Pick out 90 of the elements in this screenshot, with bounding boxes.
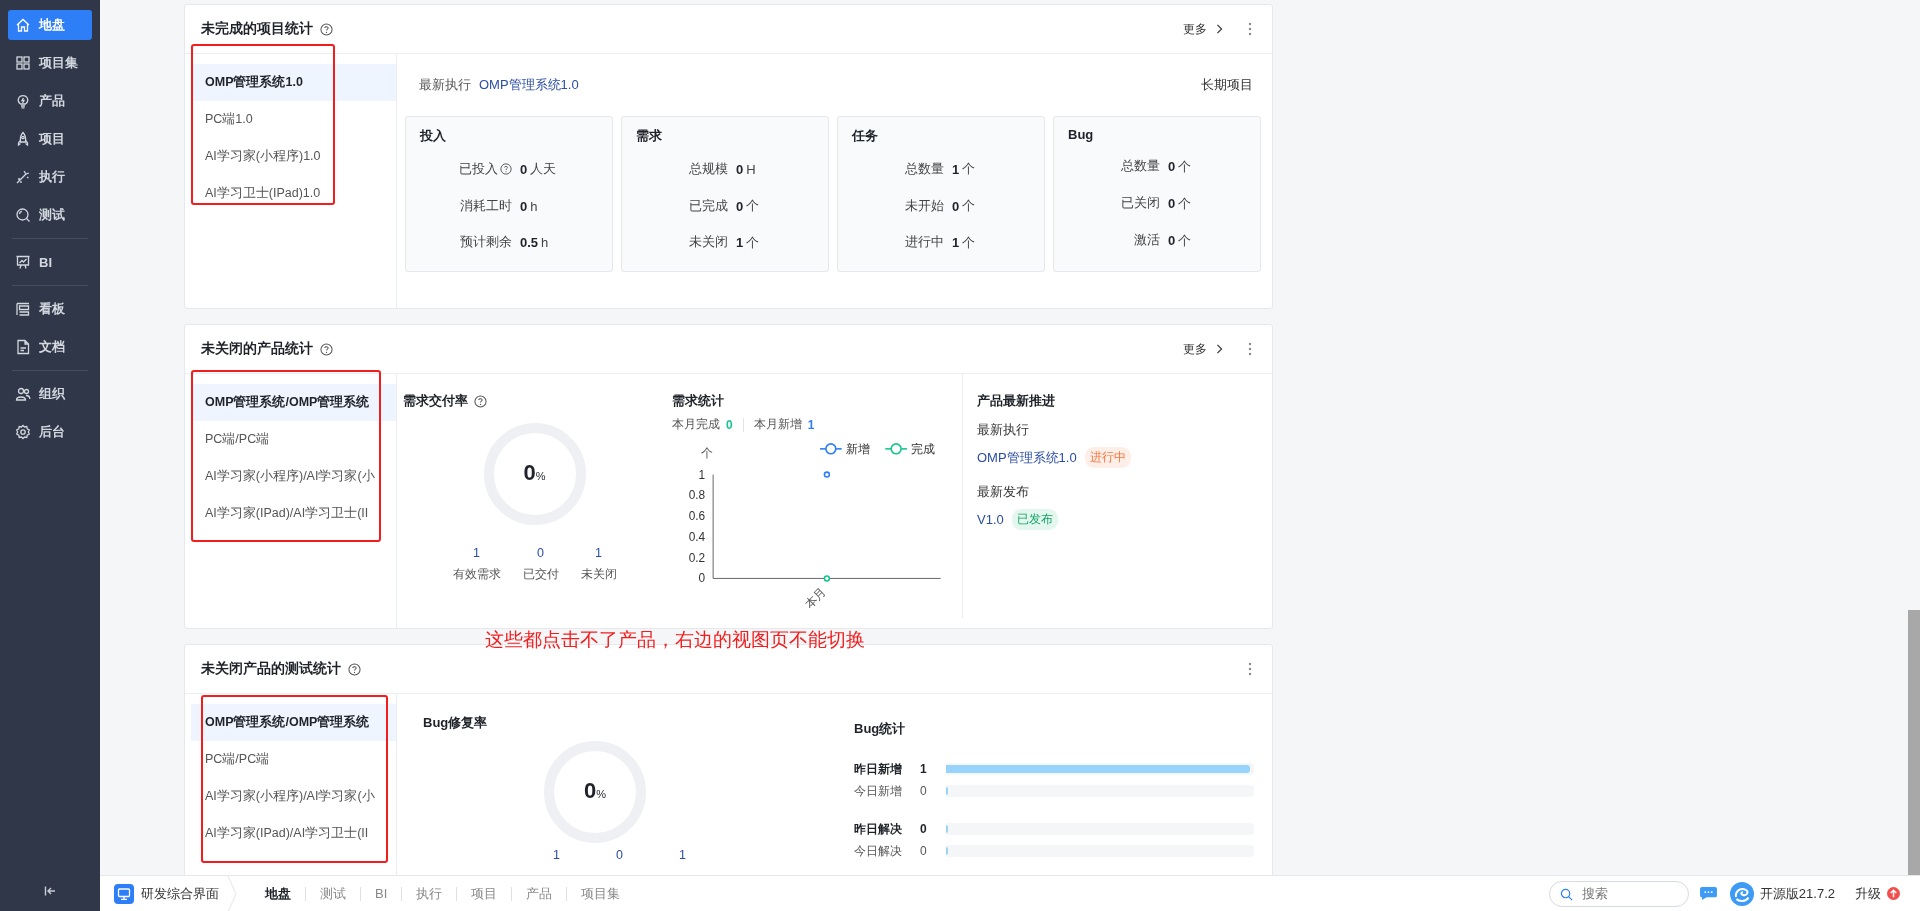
card-title: 未完成的项目统计 [201, 20, 313, 38]
axis-tick: 0.8 [688, 488, 706, 503]
count-value: 1 [553, 848, 560, 862]
stat-value: 0 [1168, 196, 1176, 211]
stat-title: 投入 [420, 127, 447, 145]
axis-tick: 0.6 [688, 509, 706, 524]
latest-label: 最新执行 [419, 76, 471, 94]
stat-label: 已投入 [459, 160, 498, 178]
status-tag: 进行中 [1084, 447, 1131, 468]
stat-value: 0 [952, 198, 960, 214]
stat-unit: H [746, 161, 756, 177]
count-value: 1 [473, 546, 480, 560]
stat-title: 需求 [636, 127, 663, 145]
stat-value: 0 [1168, 159, 1176, 174]
section-label: 最新执行 [977, 422, 1030, 439]
stat-title: 任务 [852, 127, 879, 145]
stat-unit: 个 [1178, 231, 1192, 250]
stat-unit: 个 [962, 160, 976, 179]
stat-label: 总数量 [1121, 158, 1160, 175]
summary-label: 本月新增 [753, 416, 802, 433]
percent-value: 0% [583, 778, 607, 804]
stat-unit: h [541, 235, 549, 251]
stat-label: 未关闭 [689, 234, 728, 252]
stat-value: 1 [952, 235, 960, 251]
stat-label: 昨日新增 [854, 760, 903, 778]
stat-value: 0 [1168, 233, 1176, 248]
stat-label: 激活 [1134, 232, 1160, 249]
stat-value: 1 [952, 161, 960, 177]
section-title: Bug修复率 [423, 714, 489, 732]
status-tag: 已发布 [1011, 509, 1058, 530]
count-label: 已交付 [522, 566, 559, 583]
stat-value: 0 [920, 822, 928, 836]
stat-value: 0 [520, 161, 528, 177]
axis-tick: 本月 [802, 584, 829, 612]
stat-value: 1 [920, 762, 928, 776]
axis-tick: 1 [698, 467, 706, 482]
stat-label: 已完成 [689, 197, 728, 215]
stat-label: 消耗工时 [460, 197, 512, 215]
stat-label: 预计剩余 [460, 234, 512, 252]
stat-unit: 个 [746, 233, 760, 252]
summary-label: 本月完成 [672, 416, 720, 433]
stat-unit: 个 [746, 197, 760, 215]
stat-unit: 人天 [530, 160, 557, 179]
annotation-text: 这些都点击不了产品，右边的视图页不能切换 [485, 628, 865, 652]
count-value: 1 [595, 546, 602, 560]
count-label: 有效需求 [452, 566, 501, 583]
card-title: 未关闭的产品统计 [201, 340, 313, 358]
stat-value: 1 [736, 235, 744, 251]
stat-unit: h [530, 198, 538, 214]
axis-tick: 0.4 [688, 529, 706, 544]
stat-value: 0.5 [520, 235, 539, 251]
stat-unit: 个 [1178, 157, 1192, 176]
legend-label: 新增 [845, 441, 870, 456]
stat-value: 0 [920, 844, 928, 858]
stat-value: 0 [736, 161, 744, 177]
project-type: 长期项目 [1201, 76, 1253, 94]
stat-label: 昨日解决 [854, 820, 903, 838]
percent-value: 0% [522, 460, 547, 486]
legend-item: 完成 [884, 441, 935, 456]
stat-unit: 个 [1178, 194, 1192, 213]
legend-item: 新增 [819, 441, 870, 456]
stat-label: 未开始 [905, 197, 944, 215]
stat-unit: 个 [962, 197, 976, 215]
legend-label: 完成 [910, 441, 935, 456]
axis-unit: 个 [701, 445, 714, 460]
stat-label: 总规模 [689, 160, 728, 178]
axis-tick: 0 [698, 571, 706, 586]
axis-tick: 0.2 [688, 550, 706, 565]
stat-label: 今日新增 [854, 782, 903, 800]
stat-value: 0 [736, 198, 744, 214]
section-title: 需求统计 [672, 392, 725, 410]
count-label: 未关闭 [580, 566, 617, 583]
summary-value: 1 [807, 417, 815, 432]
stat-label: 总数量 [905, 160, 944, 178]
summary-value: 0 [726, 417, 733, 432]
card-title: 未关闭产品的测试统计 [201, 660, 341, 678]
stat-title: Bug [1068, 127, 1095, 142]
count-value: 0 [537, 546, 544, 560]
stat-label: 进行中 [905, 234, 944, 252]
section-label: 最新发布 [977, 484, 1030, 501]
section-title: 需求交付率 [403, 392, 468, 410]
stat-unit: 个 [962, 233, 976, 252]
section-title: 产品最新推进 [977, 392, 1056, 410]
count-value: 0 [615, 848, 623, 862]
stat-label: 今日解决 [854, 842, 903, 860]
stat-label: 已关闭 [1121, 195, 1160, 212]
stat-value: 0 [520, 198, 528, 214]
section-title: Bug统计 [854, 720, 907, 738]
count-value: 1 [678, 848, 686, 862]
stat-value: 0 [920, 784, 928, 798]
